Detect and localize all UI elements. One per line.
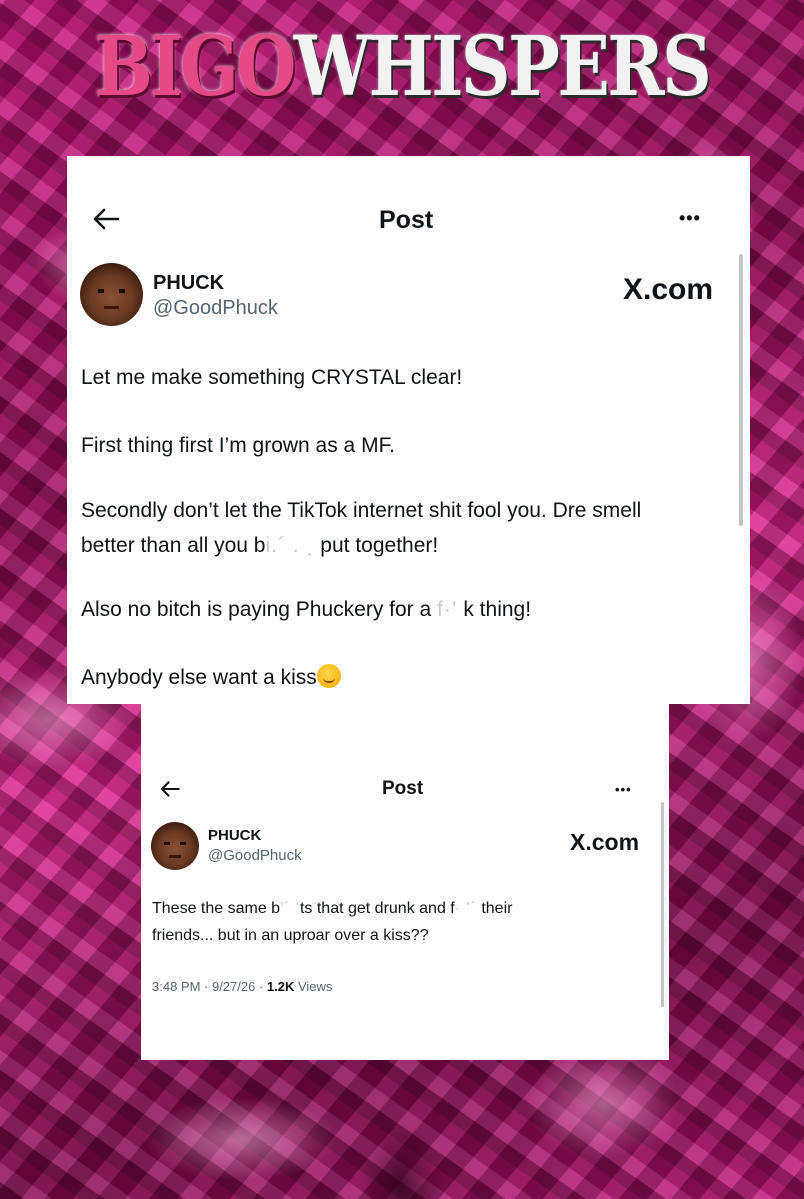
scrollbar[interactable] bbox=[739, 254, 743, 526]
back-arrow-icon[interactable] bbox=[91, 204, 121, 240]
views-count: 1.2K bbox=[266, 979, 295, 994]
post-line-5-a: Also no bitch is paying Phuckery for a bbox=[81, 598, 438, 621]
header-title: Post bbox=[379, 206, 434, 234]
avatar[interactable] bbox=[151, 822, 199, 870]
censored-word: i.´ . ˎ bbox=[265, 534, 315, 557]
brand-title-part2: WHISPERS bbox=[293, 19, 712, 115]
avatar[interactable] bbox=[80, 263, 143, 326]
brand-title-part1: BIGO bbox=[94, 19, 297, 115]
post-line-4-a: better than all you b bbox=[81, 534, 266, 557]
author-handle[interactable]: @GoodPhuck bbox=[153, 297, 278, 320]
censored-word: · '´ bbox=[454, 900, 477, 917]
site-watermark: X.com bbox=[623, 273, 714, 306]
author-name[interactable]: PHUCK bbox=[208, 827, 261, 844]
site-watermark: X.com bbox=[570, 829, 640, 855]
post-line-6: Anybody else want a kiss bbox=[81, 664, 341, 690]
post-line-2: friends... but in an uproar over a kiss?… bbox=[152, 927, 429, 944]
censored-word: f·’ bbox=[437, 598, 458, 621]
post-timestamp: 3:48 PM · 9/27/26 · bbox=[152, 979, 267, 994]
post-line-5: Also no bitch is paying Phuckery for a f… bbox=[81, 598, 531, 622]
post-line-4: better than all you bi.´ . ˎ put togethe… bbox=[81, 534, 438, 558]
scrollbar[interactable] bbox=[661, 802, 664, 1007]
more-options-icon[interactable]: ••• bbox=[615, 782, 632, 797]
post-line-1: Let me make something CRYSTAL clear! bbox=[81, 366, 463, 389]
more-options-icon[interactable]: ••• bbox=[679, 208, 701, 229]
header-title: Post bbox=[382, 778, 424, 799]
views-label: Views bbox=[294, 979, 333, 994]
author-name[interactable]: PHUCK bbox=[153, 272, 224, 295]
post-line-6-text: Anybody else want a kiss bbox=[81, 666, 317, 689]
back-arrow-icon[interactable] bbox=[159, 776, 181, 806]
post-line-5-c: k thing! bbox=[457, 598, 532, 621]
brand-title: BIGOWHISPERS bbox=[64, 12, 739, 122]
smirk-emoji-icon bbox=[316, 664, 341, 688]
post-line-1-a: These the same b bbox=[152, 900, 281, 917]
post-line-1-c: ts that get drunk and f bbox=[299, 900, 455, 917]
author-handle[interactable]: @GoodPhuck bbox=[208, 847, 302, 864]
post-line-1: These the same b'´ ' ts that get drunk a… bbox=[152, 900, 512, 918]
post-card-secondary: Post ••• PHUCK @GoodPhuck X.com These th… bbox=[141, 702, 669, 1060]
post-line-3: Secondly don’t let the TikTok internet s… bbox=[81, 499, 642, 522]
post-line-1-e: their bbox=[476, 900, 513, 917]
post-meta: 3:48 PM · 9/27/26 · 1.2K Views bbox=[152, 979, 332, 994]
post-line-4-c: put together! bbox=[314, 534, 439, 557]
post-card-main: Post ••• PHUCK @GoodPhuck X.com Let me m… bbox=[67, 156, 750, 704]
censored-word: '´ ' bbox=[280, 900, 300, 917]
post-line-2: First thing first I’m grown as a MF. bbox=[81, 434, 395, 457]
